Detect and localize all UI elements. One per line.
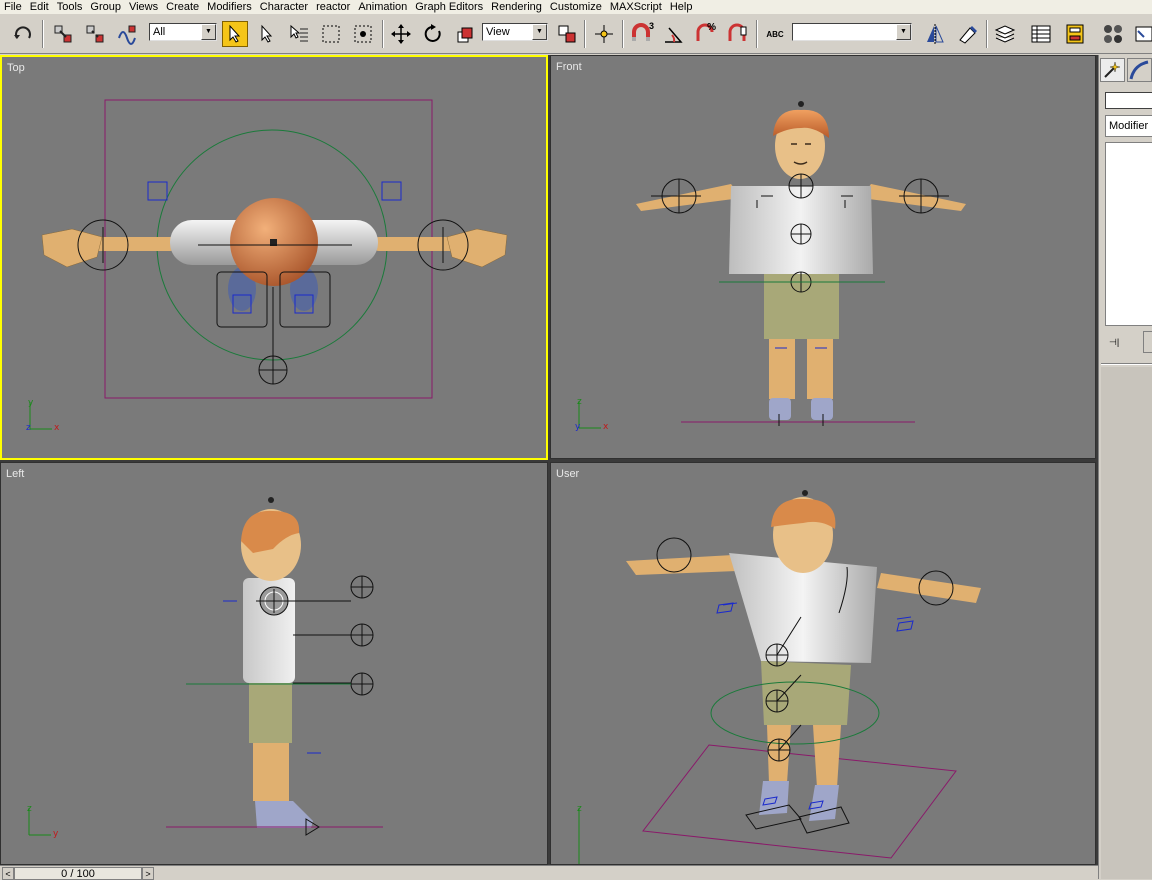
viewport-front[interactable]: Front z y x (550, 55, 1096, 459)
render-scene-icon[interactable] (1132, 21, 1152, 47)
menu-bar: File Edit Tools Group Views Create Modif… (0, 0, 1152, 14)
svg-text:z: z (27, 804, 32, 814)
menu-file[interactable]: File (0, 1, 26, 14)
rotate-icon[interactable] (420, 21, 446, 47)
time-slider[interactable]: 0 / 100 (14, 867, 142, 880)
select-by-name-icon[interactable] (254, 21, 280, 47)
edit-named-selections-label: ABC (766, 29, 784, 39)
pivot-center-icon[interactable] (554, 21, 580, 47)
menu-edit[interactable]: Edit (26, 1, 53, 14)
percent-snap-label: % (707, 22, 716, 33)
selection-filter-dropdown[interactable]: All ▼ (149, 23, 217, 41)
menu-maxscript[interactable]: MAXScript (606, 1, 666, 14)
schematic-view-icon[interactable] (1062, 21, 1088, 47)
top-view-scene: y z x (26, 99, 508, 433)
modifier-stack-list[interactable] (1105, 142, 1152, 326)
layer-manager-icon[interactable] (992, 21, 1018, 47)
menu-reactor[interactable]: reactor (312, 1, 354, 14)
select-object-button[interactable] (222, 21, 248, 47)
track-view-icon[interactable] (1028, 21, 1054, 47)
left-view-scene: z y (27, 497, 383, 839)
menu-animation[interactable]: Animation (354, 1, 411, 14)
unlink-selection-icon[interactable] (82, 21, 108, 47)
time-prev-button[interactable]: < (2, 867, 14, 880)
chevron-down-icon: ▼ (201, 24, 216, 40)
undo-icon[interactable] (10, 21, 36, 47)
command-panel: Modifier L ⊣| (1098, 55, 1152, 879)
time-next-button[interactable]: > (142, 867, 154, 880)
pin-stack-icon[interactable]: ⊣| (1109, 337, 1131, 349)
chevron-down-icon: ▼ (532, 24, 547, 40)
menu-tools[interactable]: Tools (53, 1, 87, 14)
edit-named-selections-icon[interactable]: ABC (762, 21, 788, 47)
rectangular-selection-icon[interactable] (318, 21, 344, 47)
front-view-scene: z y x (575, 101, 966, 432)
bind-to-space-warp-icon[interactable] (114, 21, 140, 47)
object-name-field[interactable] (1105, 92, 1152, 109)
viewport-user[interactable]: User z (550, 462, 1096, 865)
select-from-list-icon[interactable] (286, 21, 312, 47)
viewport-left[interactable]: Left z y (0, 462, 548, 865)
svg-text:y: y (53, 829, 59, 839)
svg-text:x: x (54, 423, 60, 433)
user-view-scene: z (577, 490, 981, 864)
viewport-left-label[interactable]: Left (6, 468, 24, 480)
menu-create[interactable]: Create (162, 1, 203, 14)
viewport-area: Top y z x Front z y x Left z y User z (0, 55, 1098, 865)
viewport-front-label[interactable]: Front (556, 61, 582, 73)
menu-rendering[interactable]: Rendering (487, 1, 546, 14)
stack-control-button[interactable] (1143, 331, 1152, 353)
menu-views[interactable]: Views (125, 1, 162, 14)
viewport-top-label[interactable]: Top (7, 62, 25, 74)
rollout-area (1101, 367, 1152, 879)
window-crossing-icon[interactable] (350, 21, 376, 47)
reference-coordinate-dropdown[interactable]: View ▼ (482, 23, 548, 41)
chevron-down-icon: ▼ (896, 24, 911, 40)
viewport-user-label[interactable]: User (556, 468, 579, 480)
menu-character[interactable]: Character (256, 1, 312, 14)
percent-snap-icon[interactable]: % (692, 21, 718, 47)
align-icon[interactable] (954, 21, 980, 47)
modify-tab-icon[interactable] (1127, 58, 1152, 82)
selection-filter-value: All (153, 26, 166, 38)
main-toolbar: All ▼ View ▼ 3 % ABC ▼ (0, 14, 1152, 54)
angle-snap-icon[interactable] (660, 21, 686, 47)
select-and-link-icon[interactable] (50, 21, 76, 47)
reference-coordinate-value: View (486, 26, 510, 38)
time-bar: < 0 / 100 > (0, 865, 1098, 880)
mirror-icon[interactable] (922, 21, 948, 47)
manipulate-icon[interactable] (591, 21, 617, 47)
spinner-snap-icon[interactable] (724, 21, 750, 47)
scale-icon[interactable] (452, 21, 478, 47)
svg-text:y: y (28, 398, 34, 408)
svg-text:z: z (26, 423, 31, 433)
panel-divider (1101, 363, 1152, 365)
snaps-toggle-icon[interactable]: 3 (628, 21, 654, 47)
menu-group[interactable]: Group (86, 1, 125, 14)
svg-text:y: y (575, 422, 581, 432)
create-tab-icon[interactable] (1100, 58, 1125, 82)
menu-help[interactable]: Help (666, 1, 697, 14)
menu-customize[interactable]: Customize (546, 1, 606, 14)
menu-graph-editors[interactable]: Graph Editors (411, 1, 487, 14)
svg-text:z: z (577, 397, 582, 407)
snap-dimension-label: 3 (648, 21, 654, 31)
move-icon[interactable] (388, 21, 414, 47)
modifier-list-dropdown[interactable]: Modifier L (1105, 115, 1152, 137)
named-selection-sets-dropdown[interactable]: ▼ (792, 23, 912, 41)
viewport-top[interactable]: Top y z x (0, 55, 548, 460)
material-editor-icon[interactable] (1100, 21, 1126, 47)
menu-modifiers[interactable]: Modifiers (203, 1, 256, 14)
svg-text:z: z (577, 804, 582, 814)
svg-text:x: x (603, 422, 609, 432)
